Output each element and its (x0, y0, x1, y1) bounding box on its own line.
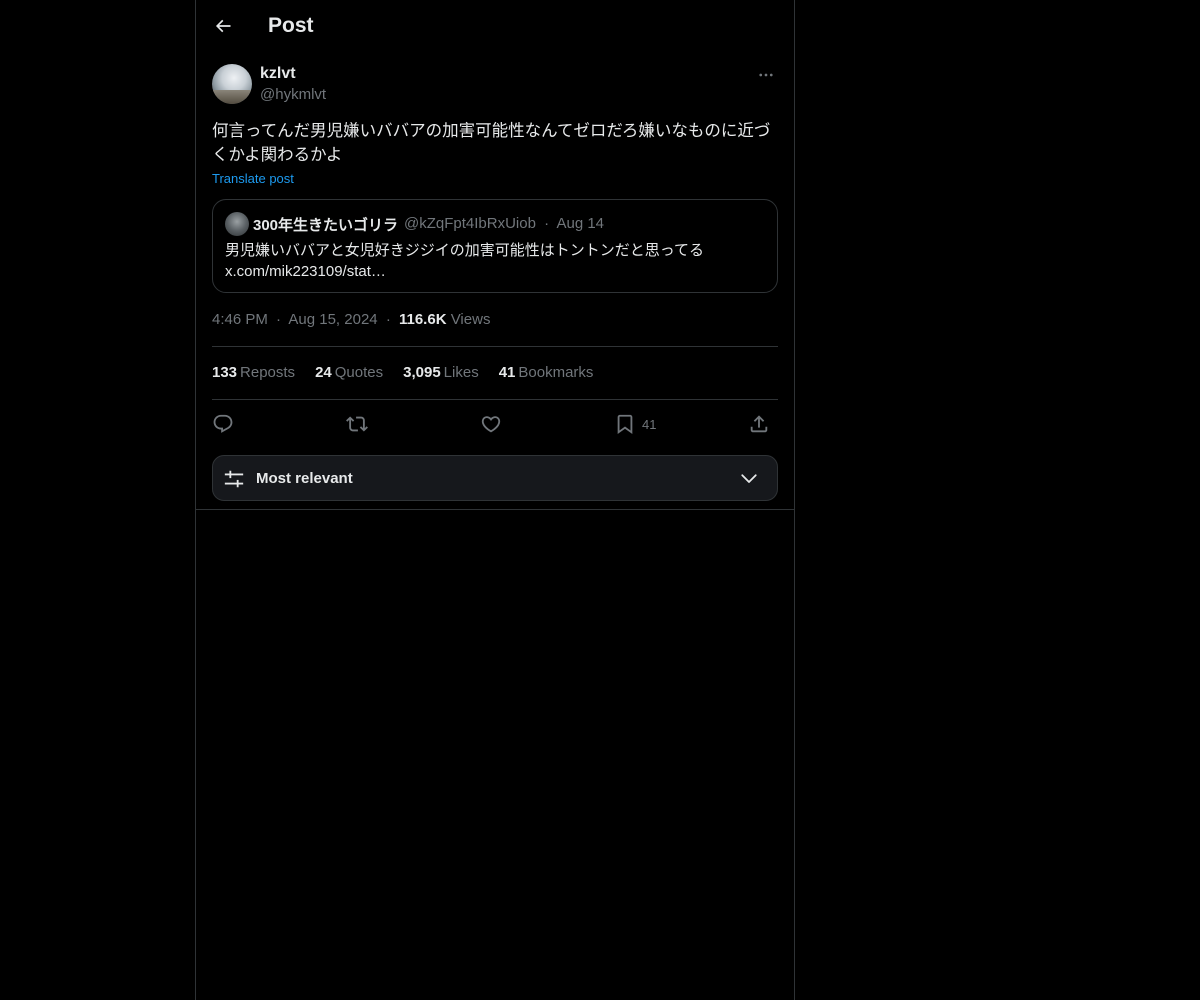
sliders-icon (224, 470, 244, 488)
share-icon (750, 415, 768, 433)
author-handle[interactable]: @hykmlvt (260, 86, 326, 103)
post-actions: 41 (212, 410, 778, 438)
chevron-down-icon (741, 474, 757, 483)
post-text: 何言ってんだ男児嫌いババアの加害可能性なんてゼロだろ嫌いなものに近づくかよ関わる… (212, 122, 771, 164)
quoted-post[interactable]: 300年生きたいゴリラ @kZqFpt4IbRxUiob · Aug 14 男児… (212, 199, 778, 293)
page-header: Post (196, 0, 794, 53)
reposts-stat[interactable]: 133 Reposts (212, 364, 295, 381)
bookmark-button[interactable]: 41 (614, 410, 656, 438)
views-label: Views (450, 311, 491, 328)
quote-meta: @kZqFpt4IbRxUiob · Aug 14 (404, 215, 604, 232)
translate-post-link[interactable]: Translate post (212, 171, 294, 186)
quote-text-line: 男児嫌いババアと女児好きジジイの加害可能性はトントンだと思ってる (225, 242, 704, 259)
main-column: Post kzlvt @hykmlvt 何言ってんだ男児嫌いババアの加害可能性な… (195, 0, 795, 1000)
arrow-left-icon (215, 19, 231, 33)
quote-text: 男児嫌いババアと女児好きジジイの加害可能性はトントンだと思ってる x.com/m… (225, 240, 765, 282)
likes-stat[interactable]: 3,095 Likes (403, 364, 479, 381)
like-button[interactable] (480, 410, 502, 438)
bookmark-icon (617, 414, 633, 435)
bookmarks-stat[interactable]: 41 Bookmarks (499, 364, 594, 381)
quote-avatar (225, 212, 249, 236)
divider (212, 346, 778, 347)
engagement-stats: 133 Reposts 24 Quotes 3,095 Likes 41 Bookmar… (212, 364, 593, 381)
views-separator: · (385, 311, 391, 328)
divider (196, 509, 794, 510)
reply-sort-dropdown[interactable]: Most relevant (212, 455, 778, 501)
quote-text-link: x.com/mik223109/stat… (225, 263, 386, 280)
repost-icon (346, 416, 368, 432)
bookmark-count: 41 (642, 416, 657, 432)
author-display-name[interactable]: kzlvt (260, 65, 296, 83)
reply-icon (213, 414, 233, 433)
back-button[interactable] (208, 11, 238, 41)
more-options-button[interactable] (754, 64, 778, 86)
sort-label: Most relevant (256, 470, 353, 487)
post-timestamp: 4:46 PM · Aug 15, 2024 · 116.6K Views (212, 311, 490, 328)
heart-icon (481, 416, 501, 433)
timestamp-separator: · (276, 311, 282, 328)
views-count: 116.6K (398, 311, 447, 328)
repost-button[interactable] (346, 410, 368, 438)
page-title: Post (268, 14, 314, 37)
share-button[interactable] (748, 410, 770, 438)
quote-date: Aug 14 (556, 215, 605, 232)
more-icon (759, 73, 773, 77)
avatar[interactable] (212, 64, 252, 104)
quote-display-name: 300年生きたいゴリラ (253, 217, 399, 234)
reply-button[interactable] (212, 410, 234, 438)
post-date[interactable]: Aug 15, 2024 (288, 311, 377, 328)
divider (212, 399, 778, 400)
post-time[interactable]: 4:46 PM (212, 311, 268, 328)
quote-separator: · (544, 215, 550, 232)
quotes-stat[interactable]: 24 Quotes (315, 364, 383, 381)
post-author: kzlvt @hykmlvt (212, 64, 778, 108)
quote-handle: @kZqFpt4IbRxUiob (404, 215, 536, 232)
